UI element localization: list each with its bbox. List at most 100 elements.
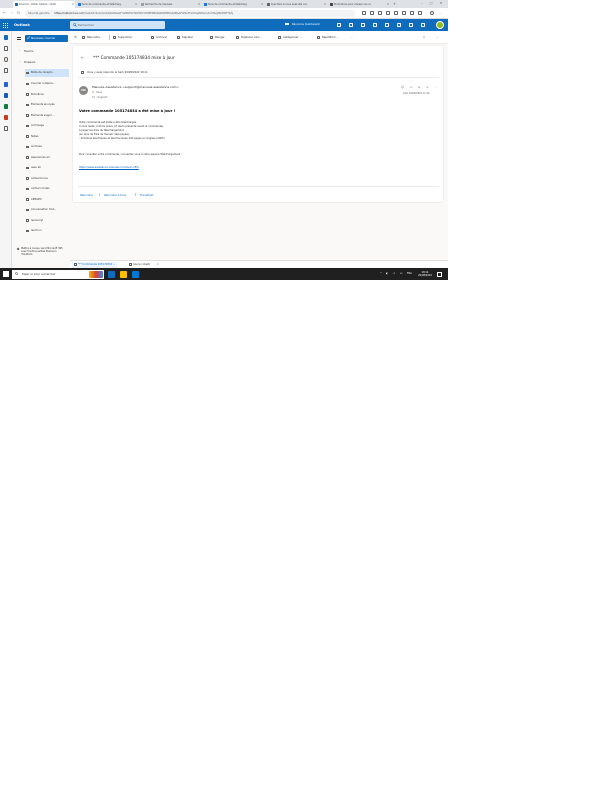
outlook-brand[interactable]: Outlook [14,19,30,31]
browser-tab-manual-search[interactable]: Recherche de manuels ✕ [139,1,201,8]
profile-icon[interactable] [418,11,422,16]
snooze-command[interactable]: Répétition⌄ [317,31,338,45]
folder-item-assu-all[interactable]: assu all [25,164,69,172]
folder-item-junk[interactable]: Courrier indésira... [25,80,69,88]
close-tab-icon[interactable]: ✕ [261,1,263,8]
edge-copilot-icon[interactable] [430,11,434,16]
word-app-icon[interactable] [3,93,8,98]
hamburger-menu-icon[interactable] [17,37,21,40]
browser-tab-outlook[interactable]: Courrier - Didier Calmel - Outlo ✕ [13,1,75,8]
notification-center-icon[interactable] [437,271,442,277]
system-clock[interactable]: 18:14 20/08/2022 [418,271,432,278]
keyboard-language[interactable]: FRA [407,268,412,280]
archive-command[interactable]: Archiver [151,31,167,44]
word-icon[interactable] [349,23,353,27]
close-tab-icon[interactable]: ✕ [387,1,389,8]
reply-all-button[interactable]: Répondre à tous [104,193,126,197]
reply-command[interactable]: Répondre⌄ [82,31,103,45]
app-launcher-icon[interactable] [3,22,8,28]
back-arrow-icon[interactable]: ← [81,55,84,60]
folder-item-archives[interactable]: archives [25,143,69,151]
close-tab-icon[interactable]: ✕ [72,1,74,8]
new-mail-button[interactable]: Nouveau courrier [25,34,68,42]
collections-icon[interactable] [394,11,398,16]
folder-item-drafts[interactable]: Brouillons [25,91,69,99]
minimize-icon[interactable]: – [418,0,426,7]
new-tab-button[interactable]: + [391,1,399,8]
browser-tab-promotions[interactable]: Promotions pour réviser vos co ✕ [328,1,390,8]
folder-item-notes[interactable]: Notes [25,133,69,141]
folder-item-les-berryl[interactable]: les berryl [25,217,69,225]
reply-button[interactable]: Répondre [80,193,93,197]
onenote-icon[interactable] [361,23,365,27]
read-aloud-icon[interactable] [362,11,366,16]
report-command[interactable]: Signaler⌄ [177,31,196,45]
back-arrow-icon[interactable]: ← [3,11,6,16]
extensions-icon[interactable] [378,11,382,16]
help-question-icon[interactable] [409,23,413,27]
browser-menu-icon[interactable]: ··· [439,11,443,15]
reply-icon[interactable]: ↩ [410,85,413,89]
close-tab-icon[interactable]: ✕ [135,1,137,8]
forward-button[interactable]: Transférer [140,193,154,197]
move-to-command[interactable]: Déplacer vers⌄ [236,31,262,45]
categorize-command[interactable]: Catégoriser⌄ [278,31,301,45]
taskbar-search-box[interactable]: Taper ici pour rechercher [12,269,104,279]
reply-all-icon[interactable]: ↞ [418,85,421,89]
meet-now-button[interactable]: Réunions maintenant [285,19,320,31]
to-recipients[interactable]: À : Vous [92,91,102,94]
downloads-icon[interactable] [410,11,414,16]
tray-chevron-icon[interactable]: ^ [380,268,382,280]
tips-lightbulb-icon[interactable] [397,23,401,27]
cc-recipients[interactable]: Cc : Support [92,96,107,99]
more-commands-button[interactable]: ··· [350,31,353,44]
folder-item-calmel-nicolas[interactable]: calmel nicolas [25,185,69,193]
powerpoint-app-icon[interactable] [3,115,8,120]
notifications-bell-icon[interactable] [373,23,377,27]
upgrade-promo[interactable]: Mettre à niveau vers Microsoft 365 avec … [16,247,67,256]
close-tab-icon[interactable]: ✕ [324,1,326,8]
sweep-command[interactable]: Ranger [210,31,225,44]
calendar-icon[interactable] [3,46,8,51]
close-tab-icon[interactable]: ✕ [198,1,200,8]
settings-gear-icon[interactable] [385,23,389,27]
folder-item-les-tirnn[interactable]: les tirnn [25,227,69,235]
close-window-icon[interactable]: ✕ [437,0,445,7]
split-screen-icon[interactable] [386,11,390,16]
battery-icon[interactable]: ▭ [400,268,402,280]
delete-command[interactable]: Supprimer [113,31,132,44]
favorites-star-icon[interactable] [370,11,374,16]
windows-start-icon[interactable] [3,271,9,277]
more-actions-icon[interactable]: ··· [434,85,437,89]
emoji-reaction-icon[interactable]: ☺ [401,85,404,89]
folder-item-deleted[interactable]: › Éléments suppri... [25,112,69,120]
excel-app-icon[interactable] [3,104,8,109]
maximize-icon[interactable]: □ [427,0,435,7]
teams-icon[interactable] [337,23,341,27]
account-avatar[interactable] [436,21,444,29]
folder-item-conversation-history[interactable]: Conversation hist... [25,206,69,214]
history-icon[interactable] [402,11,406,16]
folder-item-inbox[interactable]: Boîte de récepti... [25,69,69,77]
reload-icon[interactable]: ↻ [17,11,20,16]
collapse-pane-icon[interactable]: ≡ [74,31,77,44]
mail-icon[interactable] [3,35,8,40]
folders-section[interactable]: ⌄ Dossiers [19,60,35,64]
file-explorer-taskbar-icon[interactable] [120,270,127,278]
browser-tab-order-tracking-2[interactable]: Suivi de commande et télécharg ✕ [202,1,264,8]
more-apps-icon[interactable] [3,126,8,131]
search-box[interactable]: Rechercher [70,21,165,29]
store-taskbar-icon[interactable] [132,270,139,278]
edge-taskbar-icon[interactable] [108,270,115,278]
sender-avatar[interactable]: MA [79,86,88,95]
speaker-icon[interactable]: ◁ [393,268,395,280]
todo-check-icon[interactable] [3,82,8,87]
folder-item-calmel-bruno[interactable]: calmel bruno [25,175,69,183]
close-draft-icon[interactable]: ✕ [157,263,159,266]
browser-tab-scam-info[interactable]: Que faire si vous avez été con ✕ [265,1,327,8]
attachment-icon[interactable] [3,68,8,73]
download-space-link[interactable]: https://www.assistance-manuels.com/suivi… [79,166,139,169]
favorites-section[interactable]: › Favoris [19,49,33,53]
people-icon[interactable] [3,57,8,62]
chevron-down-icon[interactable]: ⌄ [436,31,438,44]
